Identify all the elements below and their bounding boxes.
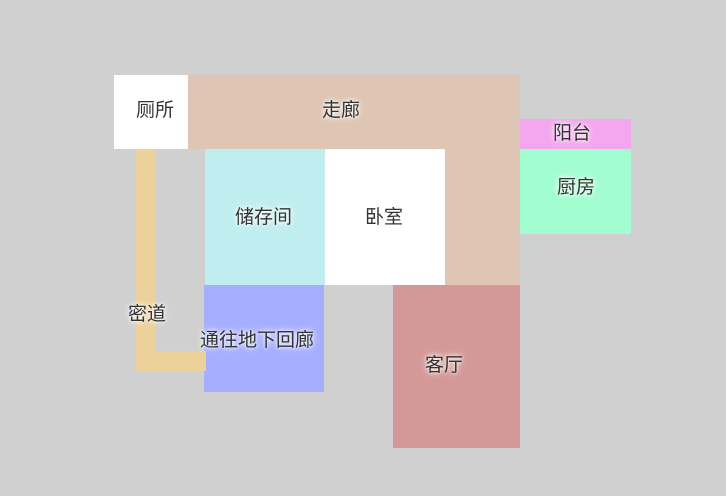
storage-label: 储存间	[235, 206, 293, 228]
toilet-label: 厕所	[136, 99, 175, 121]
kitchen-label: 厨房	[557, 176, 596, 198]
floorplan-canvas: 厕所 走廊 阳台 厨房 储存间 卧室 密道 通往地下回廊 客厅	[0, 0, 726, 496]
living-room-label: 客厅	[425, 354, 464, 376]
balcony-label: 阳台	[553, 122, 592, 144]
corridor-room-right-section	[445, 149, 520, 285]
secret-passage-vertical[interactable]	[136, 149, 156, 371]
secret-passage-label: 密道	[128, 303, 167, 325]
underground-corridor-label: 通往地下回廊	[200, 329, 315, 351]
bedroom-label: 卧室	[365, 206, 404, 228]
secret-passage-horizontal[interactable]	[136, 351, 206, 371]
corridor-label: 走廊	[322, 99, 361, 121]
